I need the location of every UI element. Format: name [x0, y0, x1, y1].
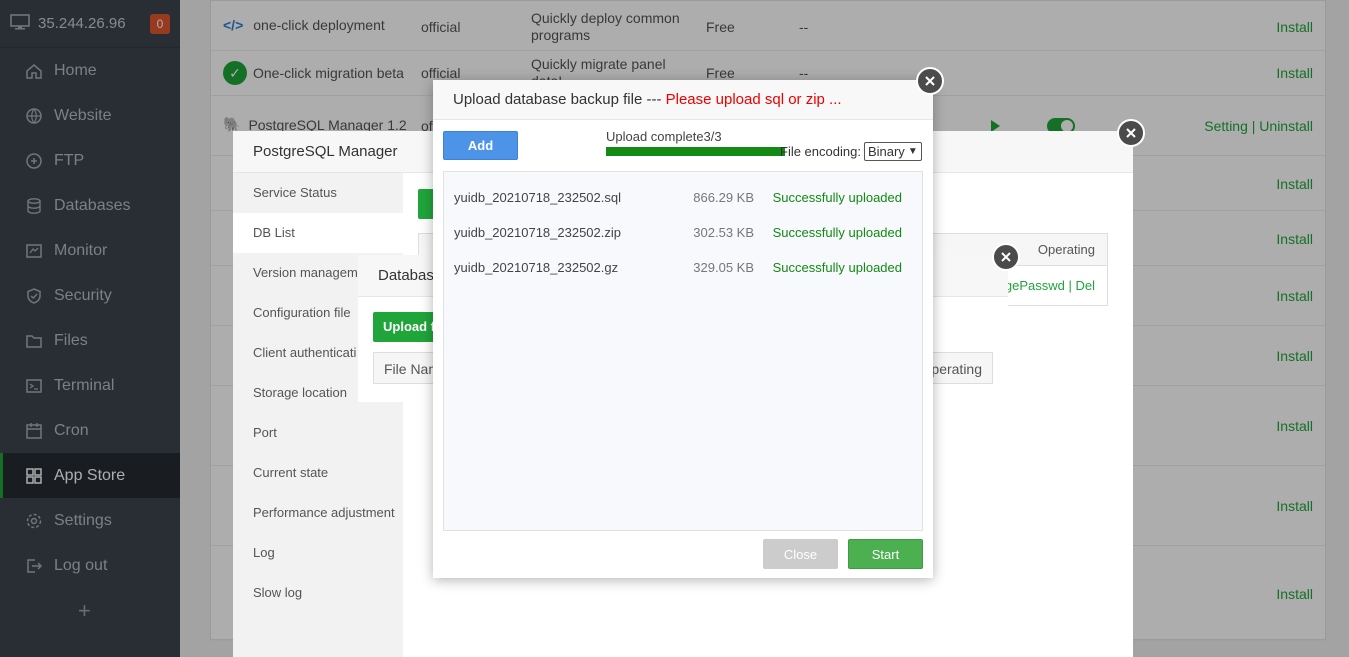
close-icon[interactable]: [916, 67, 944, 95]
file-name: yuidb_20210718_232502.gz: [454, 260, 619, 275]
dialog-title: Upload database backup file --- Please u…: [433, 80, 933, 120]
list-item: yuidb_20210718_232502.sql 866.29 KB Succes…: [454, 190, 914, 210]
column-header-filename: File Nam: [384, 361, 441, 377]
menu-item-service-status[interactable]: Service Status: [233, 173, 403, 213]
upload-dialog: Upload database backup file --- Please u…: [433, 80, 933, 578]
upload-status: Successfully uploaded: [772, 260, 902, 275]
upload-status: Successfully uploaded: [772, 190, 902, 205]
file-name: yuidb_20210718_232502.sql: [454, 190, 621, 205]
close-icon[interactable]: [1117, 119, 1145, 147]
close-button[interactable]: Close: [763, 539, 838, 569]
upload-progress-text: Upload complete3/3: [606, 129, 722, 144]
file-list: yuidb_20210718_232502.sql 866.29 KB Succes…: [443, 171, 923, 531]
row-operations[interactable]: ngePasswd | Del: [998, 278, 1095, 293]
menu-item-port[interactable]: Port: [233, 413, 403, 453]
list-item: yuidb_20210718_232502.gz 329.05 KB Success…: [454, 260, 914, 280]
encoding-select[interactable]: Binary ▼: [863, 142, 922, 161]
manager-menu: Service Status DB List Version managem Conf…: [233, 173, 403, 657]
upload-status: Successfully uploaded: [772, 225, 902, 240]
start-button[interactable]: Start: [848, 539, 923, 569]
file-size: 866.29 KB: [693, 190, 754, 205]
file-name: yuidb_20210718_232502.zip: [454, 225, 621, 240]
column-header-operating: perating: [931, 361, 982, 377]
menu-item-performance-adjustment[interactable]: Performance adjustment: [233, 493, 403, 533]
chevron-down-icon: ▼: [907, 146, 918, 157]
menu-item-log[interactable]: Log: [233, 533, 403, 573]
file-encoding: File encoding: Binary ▼: [780, 142, 922, 161]
menu-item-db-list[interactable]: DB List: [233, 213, 403, 253]
encoding-label: File encoding:: [780, 144, 861, 159]
column-header-operating: Operating: [1037, 242, 1095, 257]
list-item: yuidb_20210718_232502.zip 302.53 KB Succes…: [454, 225, 914, 245]
add-file-button[interactable]: Add: [443, 131, 518, 160]
menu-item-current-state[interactable]: Current state: [233, 453, 403, 493]
encoding-value: Binary: [867, 144, 905, 159]
file-size: 329.05 KB: [693, 260, 754, 275]
dialog-title-warning: Please upload sql or zip ...: [665, 91, 842, 108]
file-size: 302.53 KB: [693, 225, 754, 240]
upload-progress-bar: [606, 147, 785, 156]
upload-progress-fill: [606, 147, 785, 156]
menu-item-slow-log[interactable]: Slow log: [233, 573, 403, 613]
dialog-title-text: Upload database backup file ---: [453, 91, 666, 108]
close-icon[interactable]: [992, 243, 1020, 271]
